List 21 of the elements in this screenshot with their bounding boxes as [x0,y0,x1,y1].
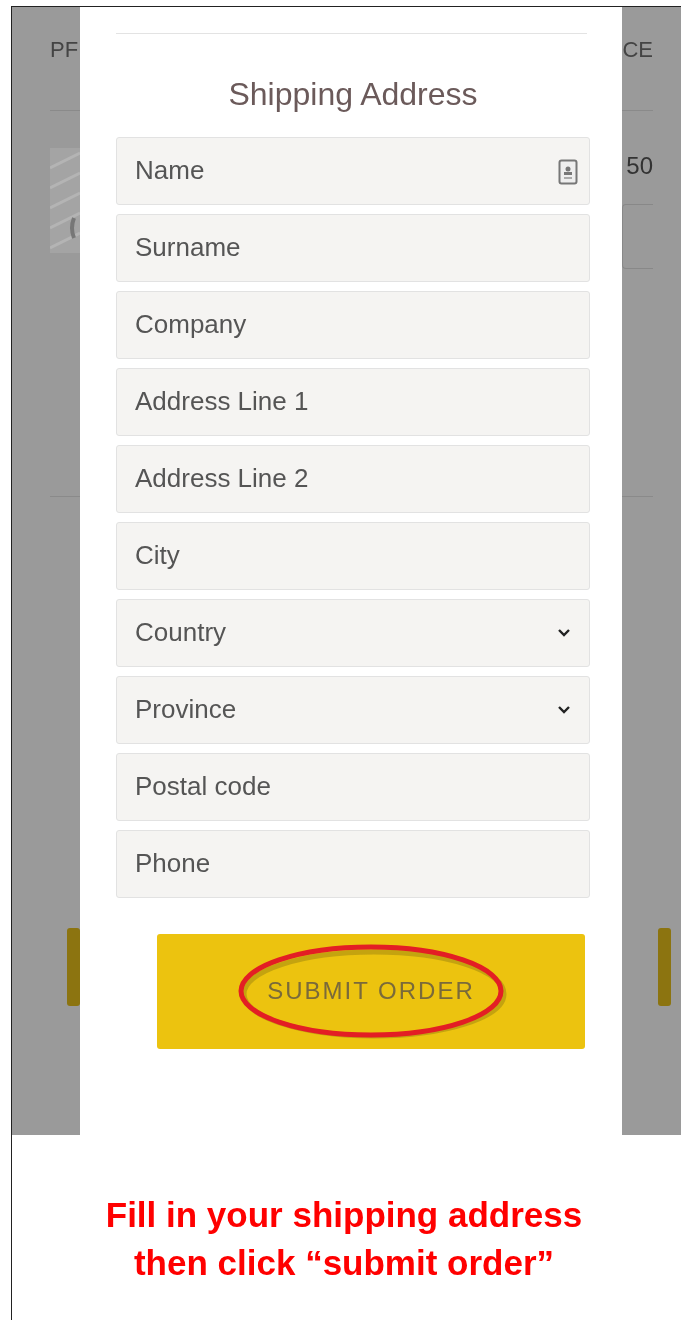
input-field[interactable]: City [116,521,590,590]
column-header: PF [50,36,79,64]
input-field[interactable]: Surname [116,213,590,282]
input-field[interactable]: Name [116,136,590,205]
checkout-button[interactable] [658,928,671,1006]
item-price: 50 [626,151,653,181]
input-field[interactable]: Address Line 2 [116,444,590,513]
chevron-down-icon [557,704,571,715]
column-header: CE [622,36,653,64]
instruction-text: then click “submit order” [132,1242,556,1285]
modal-title: Shipping Address [227,76,479,113]
contact-card-icon[interactable] [558,158,578,185]
select-field[interactable]: Province [116,675,590,744]
input-field[interactable]: Address Line 1 [116,367,590,436]
checkout-button[interactable] [67,928,80,1006]
instruction-text: Fill in your shipping address [104,1194,584,1236]
input-field[interactable]: Phone [116,829,590,898]
select-field[interactable]: Country [116,598,590,667]
input-field[interactable]: Company [116,290,590,359]
chevron-down-icon [557,627,571,638]
input-field[interactable]: Postal code [116,752,590,821]
